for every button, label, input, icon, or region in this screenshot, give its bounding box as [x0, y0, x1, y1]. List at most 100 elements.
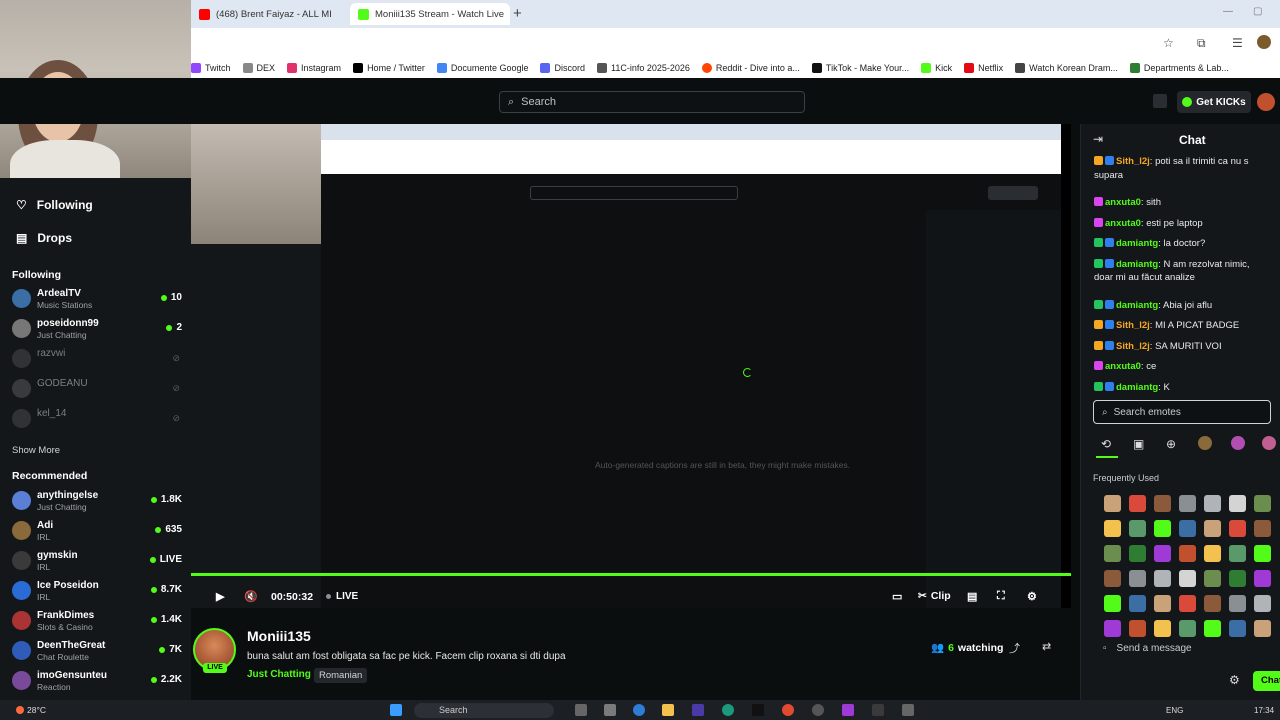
chat-username[interactable]: anxuta0 [1105, 197, 1141, 208]
sidebar-nav-following[interactable]: ♡ Following [16, 198, 93, 212]
emote-icon[interactable] [1129, 620, 1146, 637]
chat-username[interactable]: anxuta0 [1105, 361, 1141, 372]
app-icon[interactable] [812, 704, 824, 716]
share-icon[interactable]: ⤴ [1009, 640, 1020, 656]
bookmark-star-icon[interactable]: ☆ [1163, 36, 1174, 50]
bookmark-dex[interactable]: DEX [242, 63, 275, 73]
browser-tab-kick[interactable]: Moniii135 Stream - Watch Live ✕ [350, 3, 510, 25]
layout-toggle-icon[interactable] [1153, 94, 1167, 108]
bookmark-discord[interactable]: Discord [540, 63, 585, 73]
user-avatar[interactable] [1257, 93, 1275, 111]
emote-icon[interactable] [1254, 495, 1271, 512]
emote-set-avatar-icon[interactable] [1262, 436, 1276, 450]
emote-icon[interactable] [1204, 620, 1221, 637]
emote-icon[interactable] [1104, 570, 1121, 587]
sidebar-channel-kel-14[interactable]: kel_14 ⊘ [12, 406, 182, 432]
bookmark-reddit[interactable]: Reddit - Dive into a... [701, 63, 800, 73]
minimize-icon[interactable]: — [1223, 6, 1233, 17]
bookmark-departments[interactable]: Departments & Lab... [1129, 63, 1229, 73]
emote-icon[interactable] [1179, 570, 1196, 587]
bookmark-twitch[interactable]: Twitch [191, 63, 231, 73]
sidebar-channel-anythingelse[interactable]: anythingelse Just Chatting 1.8K [12, 488, 182, 514]
emote-icon[interactable] [1129, 595, 1146, 612]
emote-icon[interactable] [1179, 620, 1196, 637]
emote-icon[interactable] [1129, 570, 1146, 587]
sidebar-channel-adi[interactable]: Adi IRL 635 [12, 518, 182, 544]
chat-settings-icon[interactable]: ⚙ [1229, 673, 1240, 687]
chat-username[interactable]: Sith_l2j [1116, 320, 1150, 331]
bookmark-kick[interactable]: Kick [921, 63, 952, 73]
emote-icon[interactable] [1154, 495, 1171, 512]
emote-icon[interactable] [1254, 520, 1271, 537]
emote-icon[interactable] [1104, 495, 1121, 512]
emote-icon[interactable] [1229, 570, 1246, 587]
emote-icon[interactable] [1154, 520, 1171, 537]
bookmark-tiktok[interactable]: TikTok - Make Your... [811, 63, 909, 73]
emote-icon[interactable] [1254, 545, 1271, 562]
bookmark-netflix[interactable]: Netflix [964, 63, 1003, 73]
menu-icon[interactable]: ☰ [1232, 36, 1243, 50]
bookmark-11c-info[interactable]: 11C-info 2025-2026 [596, 63, 690, 73]
chat-send-button[interactable]: Chat [1253, 671, 1280, 691]
emote-icon[interactable] [1204, 545, 1221, 562]
emote-icon[interactable] [1104, 520, 1121, 537]
chat-username[interactable]: Sith_l2j [1116, 156, 1150, 167]
play-icon[interactable]: ▶ [216, 590, 224, 603]
emote-icon[interactable] [1154, 570, 1171, 587]
chrome-icon[interactable] [782, 704, 794, 716]
show-more-link[interactable]: Show More [12, 445, 60, 456]
chat-username[interactable]: Sith_l2j [1116, 341, 1150, 352]
sidebar-channel-poseidonn99[interactable]: poseidonn99 Just Chatting 2 [12, 316, 182, 342]
bookmark-google-docs[interactable]: Documente Google [436, 63, 528, 73]
calculator-icon[interactable] [604, 704, 616, 716]
extensions-icon[interactable]: ⧉ [1197, 36, 1206, 51]
mute-icon[interactable]: 🔇 [244, 590, 258, 603]
channel-emotes-icon[interactable]: ▣ [1133, 437, 1144, 451]
emote-set-avatar-icon[interactable] [1231, 436, 1245, 450]
hp-icon[interactable] [692, 704, 704, 716]
settings-gear-icon[interactable]: ⚙ [1027, 590, 1037, 603]
chat-username[interactable]: damiantg [1116, 238, 1158, 249]
file-explorer-icon[interactable] [662, 704, 674, 716]
bookmark-twitter[interactable]: Home / Twitter [353, 63, 425, 73]
profile-avatar[interactable] [1257, 35, 1271, 49]
weather-widget[interactable]: 28°C [16, 705, 46, 715]
task-view-icon[interactable] [575, 704, 587, 716]
app-icon[interactable] [872, 704, 884, 716]
recent-emotes-icon[interactable]: ⟲ [1101, 437, 1111, 451]
get-kicks-button[interactable]: Get KICKs [1177, 91, 1251, 113]
emote-set-avatar-icon[interactable] [1198, 436, 1212, 450]
theater-mode-icon[interactable]: ▭ [892, 590, 902, 603]
sidebar-nav-drops[interactable]: ▤ Drops [16, 231, 72, 245]
chat-username[interactable]: damiantg [1116, 300, 1158, 311]
sidebar-channel-gymskin[interactable]: gymskin IRL LIVE [12, 548, 182, 574]
new-tab-icon[interactable]: + [513, 5, 522, 22]
emote-icon[interactable] [1179, 545, 1196, 562]
sidebar-channel-godeanu[interactable]: GODEANU ⊘ [12, 376, 182, 402]
address-bar[interactable] [191, 28, 1280, 58]
captions-icon[interactable]: ▤ [967, 590, 977, 603]
emote-icon[interactable] [1179, 520, 1196, 537]
fullscreen-icon[interactable]: ⛶ [997, 590, 1005, 603]
more-options-icon[interactable]: ⇄ [1042, 640, 1051, 653]
emote-icon[interactable] [1229, 620, 1246, 637]
input-language[interactable]: ENG [1166, 706, 1183, 715]
emote-icon[interactable] [1104, 545, 1121, 562]
sidebar-channel-imogensunteu[interactable]: imoGensunteu Reaction 2.2K [12, 668, 182, 694]
collapse-chat-icon[interactable]: ⇥ [1093, 132, 1103, 146]
app-icon[interactable] [902, 704, 914, 716]
taskbar-search[interactable]: Search [414, 703, 554, 718]
start-menu-icon[interactable] [390, 704, 402, 716]
emote-icon[interactable] [1254, 620, 1271, 637]
clip-button[interactable]: ✂ Clip [918, 590, 951, 602]
emote-icon[interactable] [1179, 495, 1196, 512]
help-icon[interactable] [633, 704, 645, 716]
messenger-icon[interactable] [842, 704, 854, 716]
emote-icon[interactable] [1204, 495, 1221, 512]
language-tag[interactable]: Romanian [314, 668, 368, 683]
sidebar-channel-razvwi[interactable]: razvwi ⊘ [12, 346, 182, 372]
live-indicator[interactable]: LIVE [326, 591, 358, 602]
emote-search-input[interactable]: ⌕ Search emotes [1093, 400, 1271, 424]
emote-icon[interactable] [1204, 570, 1221, 587]
emote-icon[interactable] [1254, 570, 1271, 587]
